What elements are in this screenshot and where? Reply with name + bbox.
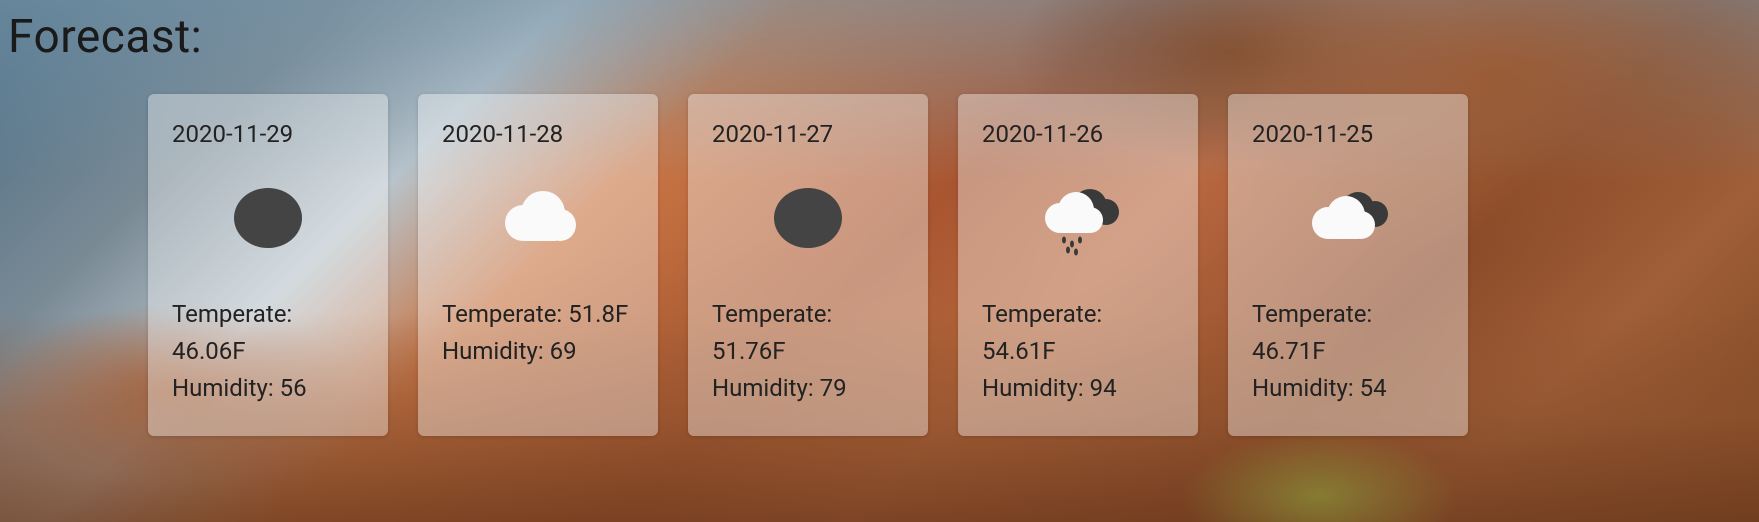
forecast-title: Forecast: — [8, 10, 1751, 64]
forecast-card: 2020-11-28 Temperate: 51.8F Humidity: 69 — [418, 94, 658, 436]
temperature-value: Temperate: 46.06F — [172, 296, 364, 370]
temperature-value: Temperate: 51.8F — [442, 296, 634, 333]
cloud-icon — [442, 168, 634, 268]
humidity-value: Humidity: 94 — [982, 370, 1174, 407]
forecast-card: 2020-11-29 Temperate: 46.06F Humidity: 5… — [148, 94, 388, 436]
temperature-value: Temperate: 46.71F — [1252, 296, 1444, 370]
forecast-date: 2020-11-28 — [442, 120, 634, 148]
forecast-card: 2020-11-27 Temperate: 51.76F Humidity: 7… — [688, 94, 928, 436]
temperature-value: Temperate: 51.76F — [712, 296, 904, 370]
forecast-card: 2020-11-26 — [958, 94, 1198, 436]
humidity-value: Humidity: 79 — [712, 370, 904, 407]
forecast-date: 2020-11-25 — [1252, 120, 1444, 148]
forecast-cards: 2020-11-29 Temperate: 46.06F Humidity: 5… — [8, 94, 1751, 436]
humidity-value: Humidity: 69 — [442, 333, 634, 370]
forecast-date: 2020-11-26 — [982, 120, 1174, 148]
temperature-value: Temperate: 54.61F — [982, 296, 1174, 370]
clear-icon — [712, 168, 904, 268]
rain-icon — [982, 168, 1174, 268]
forecast-date: 2020-11-27 — [712, 120, 904, 148]
humidity-value: Humidity: 56 — [172, 370, 364, 407]
forecast-card: 2020-11-25 Temperate: 46.71 — [1228, 94, 1468, 436]
clouds-icon — [1252, 168, 1444, 268]
clear-icon — [172, 168, 364, 268]
forecast-date: 2020-11-29 — [172, 120, 364, 148]
humidity-value: Humidity: 54 — [1252, 370, 1444, 407]
